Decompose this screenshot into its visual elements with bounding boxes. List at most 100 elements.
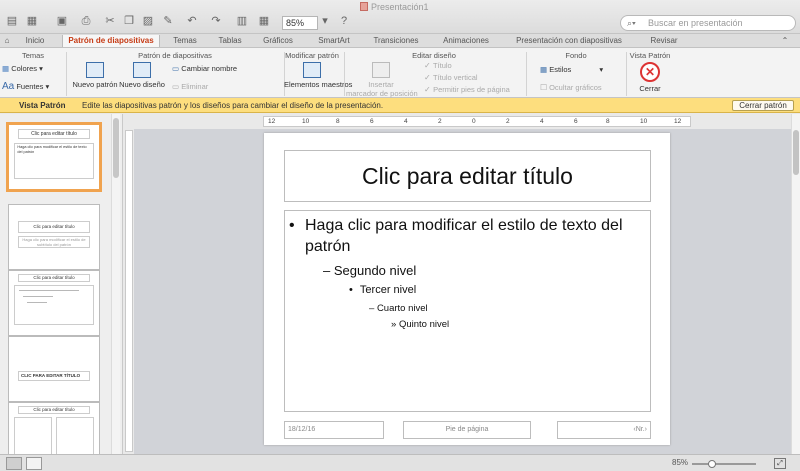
save-icon[interactable]: ▣ xyxy=(54,14,70,28)
search-input[interactable]: ⌕▾ Buscar en presentación xyxy=(620,15,796,31)
thumbnail-title: Clic para editar título xyxy=(18,221,90,233)
layout-thumbnail-content[interactable]: Clic para editar título xyxy=(8,270,100,336)
new-master-button[interactable]: Nuevo patrón xyxy=(72,62,118,89)
copy-icon[interactable]: ❐ xyxy=(121,14,137,28)
tab-temas[interactable]: Temas xyxy=(168,35,202,47)
normal-view-icon[interactable] xyxy=(6,457,22,470)
infobar-label: Vista Patrón xyxy=(19,101,66,110)
ribbon-collapse-icon[interactable]: ⌃ xyxy=(778,35,792,47)
zoom-dropdown-icon[interactable]: ▾ xyxy=(320,14,330,28)
title-checkbox[interactable]: ✓ Título xyxy=(424,61,452,71)
layout-thumbnail-section[interactable]: CLIC PARA EDITAR TÍTULO xyxy=(8,336,100,402)
chevron-down-icon: ▾ xyxy=(599,65,604,74)
zoom-field[interactable]: 85% xyxy=(282,16,318,30)
status-bar: 85% ⤢ xyxy=(0,454,800,471)
sorter-view-icon[interactable] xyxy=(26,457,42,470)
tab-graficos[interactable]: Gráficos xyxy=(256,35,300,47)
tab-tablas[interactable]: Tablas xyxy=(212,35,248,47)
tab-revisar[interactable]: Revisar xyxy=(642,35,686,47)
new-layout-button[interactable]: Nuevo diseño xyxy=(118,62,166,89)
thumbnail-body xyxy=(14,285,94,325)
horizontal-ruler: 12 10 8 6 4 2 0 2 4 6 8 10 12 xyxy=(263,116,691,127)
vertical-title-checkbox[interactable]: ✓ Título vertical xyxy=(424,73,478,83)
colors-button[interactable]: ▦ Colores ▾ xyxy=(2,64,43,74)
gallery-icon[interactable]: ▦ xyxy=(24,14,40,28)
ruler-tick: 10 xyxy=(302,118,310,125)
layout-thumbnail-title[interactable]: Clic para editar título Haga clic para m… xyxy=(8,204,100,270)
divider xyxy=(626,52,627,96)
placeholder-icon xyxy=(372,62,390,78)
format-painter-icon[interactable]: ✎ xyxy=(160,14,176,28)
window-title: Presentación1 xyxy=(360,2,460,14)
hide-graphics-checkbox[interactable]: ☐ Ocultar gráficos xyxy=(540,83,602,93)
tab-patron-diapositivas[interactable]: Patrón de diapositivas xyxy=(62,35,160,47)
home-icon[interactable]: ⌂ xyxy=(2,35,12,47)
thumbnail-title: Clic para editar título xyxy=(18,129,90,139)
tab-transiciones[interactable]: Transiciones xyxy=(364,35,428,47)
checkmark-icon: ✓ xyxy=(424,85,431,94)
tab-animaciones[interactable]: Animaciones xyxy=(434,35,498,47)
thumbnail-body: Haga clic para modificar el estilo de te… xyxy=(14,143,94,179)
insert-placeholder-button[interactable]: Insertar marcador de posición xyxy=(346,62,418,98)
tab-presentacion[interactable]: Presentación con diapositivas xyxy=(504,35,634,47)
ruler-tick: 0 xyxy=(472,118,476,125)
paste-icon[interactable]: ▨ xyxy=(140,14,156,28)
footer-text[interactable]: Pie de página xyxy=(403,421,531,439)
help-icon[interactable]: ? xyxy=(336,14,352,28)
document-icon xyxy=(360,2,368,11)
group-fondo-label: Fondo xyxy=(565,51,587,60)
undo-icon[interactable]: ↶ xyxy=(184,14,200,28)
sidebar-toggle-icon[interactable]: ▤ xyxy=(4,14,20,28)
checkmark-icon: ✓ xyxy=(424,61,431,70)
divider xyxy=(66,52,67,96)
close-master-button[interactable]: Cerrar patrón xyxy=(732,100,794,111)
ruler-tick: 2 xyxy=(438,118,442,125)
styles-button[interactable]: ▦ Estilos ▾ xyxy=(540,65,603,75)
slides-icon[interactable]: ▥ xyxy=(234,14,250,28)
title-placeholder[interactable]: Clic para editar título xyxy=(284,150,651,202)
scrollbar-thumb[interactable] xyxy=(793,130,799,175)
zoom-slider-handle[interactable] xyxy=(708,460,716,468)
thumbnail-title: CLIC PARA EDITAR TÍTULO xyxy=(18,371,90,381)
ruler-tick: 8 xyxy=(606,118,610,125)
grid-icon[interactable]: ▦ xyxy=(256,14,272,28)
footers-checkbox[interactable]: ✓ Permitir pies de página xyxy=(424,85,510,95)
fit-window-icon[interactable]: ⤢ xyxy=(774,458,786,469)
level-3-item: • Tercer nivel xyxy=(349,284,417,296)
new-layout-icon xyxy=(133,62,151,78)
search-icon: ⌕▾ xyxy=(627,18,636,28)
scrollbar-thumb[interactable] xyxy=(113,118,119,178)
thumbnail-body xyxy=(55,417,94,457)
dash-icon: – xyxy=(369,303,375,314)
cut-icon[interactable]: ✂ xyxy=(102,14,118,28)
level-2-item: – Segundo nivel xyxy=(323,263,417,278)
title-toolbar: Presentación1 ▤ ▦ ▣ ⎙ ✂ ❐ ▨ ✎ ↶ ↷ ▥ ▦ 85… xyxy=(0,0,800,34)
level-4-item: – Cuarto nivel xyxy=(369,303,428,314)
vertical-ruler xyxy=(125,130,133,452)
canvas-scrollbar[interactable] xyxy=(791,114,800,454)
ruler-tick: 8 xyxy=(336,118,340,125)
ruler-tick: 4 xyxy=(404,118,408,125)
group-editar-label: Editar diseño xyxy=(412,51,456,60)
master-thumbnail[interactable]: Clic para editar título Haga clic para m… xyxy=(6,122,102,192)
slide: Clic para editar título • Haga clic para… xyxy=(264,133,670,445)
thumbnails-scrollbar[interactable] xyxy=(111,114,120,454)
delete-icon: ▭ xyxy=(172,82,180,91)
tab-inicio[interactable]: Inicio xyxy=(18,35,52,47)
print-icon[interactable]: ⎙ xyxy=(78,14,94,28)
thumbnail-body xyxy=(14,417,53,457)
checkmark-icon: ✓ xyxy=(424,73,431,82)
zoom-slider[interactable] xyxy=(692,460,756,468)
footer-slide-number[interactable]: ‹Nr.› xyxy=(557,421,651,439)
fonts-button[interactable]: Aa Fuentes ▾ xyxy=(2,82,49,92)
delete-button[interactable]: ▭ Eliminar xyxy=(172,82,208,92)
chevron-icon: » xyxy=(391,319,397,330)
close-master-view-button[interactable]: ✕ Cerrar xyxy=(628,62,672,93)
redo-icon[interactable]: ↷ xyxy=(208,14,224,28)
master-elements-button[interactable]: Elementos maestros xyxy=(284,62,352,89)
ribbon: Temas ▦ Colores ▾ Aa Fuentes ▾ Patrón de… xyxy=(0,48,800,98)
tab-smartart[interactable]: SmartArt xyxy=(310,35,358,47)
footer-date[interactable]: 18/12/16 xyxy=(284,421,384,439)
rename-button[interactable]: ▭ Cambiar nombre xyxy=(172,64,237,74)
body-placeholder[interactable]: • Haga clic para modificar el estilo de … xyxy=(284,210,651,412)
